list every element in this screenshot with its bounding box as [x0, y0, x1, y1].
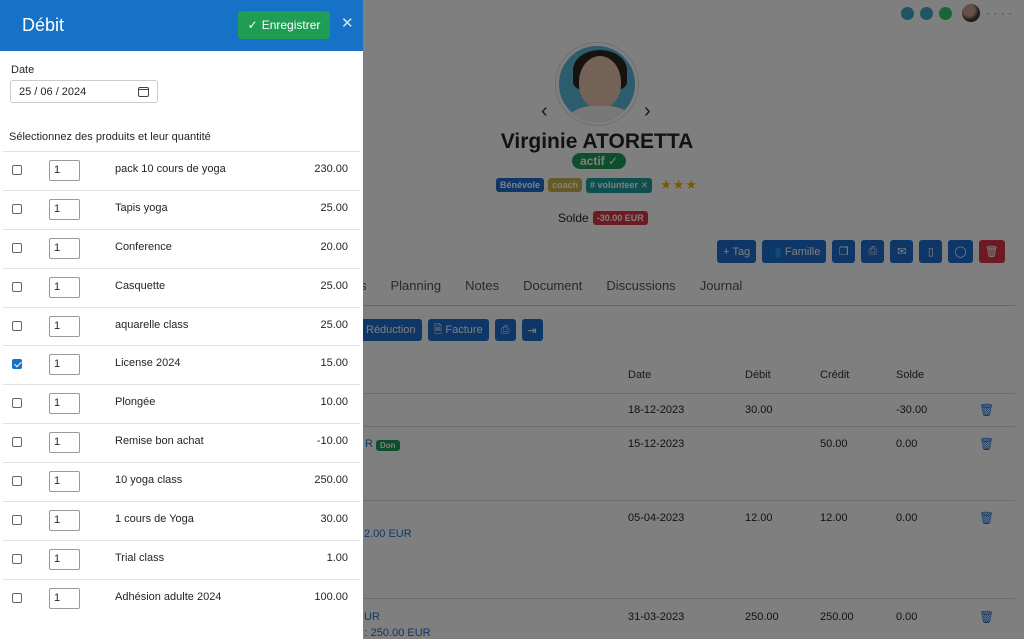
product-checkbox[interactable] — [12, 281, 22, 292]
product-price: 100.00 — [314, 590, 348, 603]
quantity-input[interactable]: 1 — [49, 471, 80, 493]
drawer-header: Débit ✓ Enregistrer ✕ — [0, 0, 363, 51]
product-row: 1 License 2024 15.00 — [3, 345, 360, 384]
quantity-input[interactable]: 1 — [49, 548, 80, 570]
product-checkbox[interactable] — [12, 320, 22, 331]
product-price: 10.00 — [320, 396, 348, 409]
quantity-input[interactable]: 1 — [49, 276, 80, 298]
product-name: Plongée — [115, 396, 156, 409]
calendar-icon[interactable] — [138, 86, 149, 97]
product-row: 1 Plongée 10.00 — [3, 384, 360, 423]
product-price: 1.00 — [326, 551, 348, 564]
product-row: 1 Conference 20.00 — [3, 228, 360, 268]
product-checkbox[interactable] — [12, 165, 22, 175]
product-checkbox[interactable] — [12, 592, 22, 603]
product-name: pack 10 cours de yoga — [115, 163, 226, 175]
product-price: 30.00 — [320, 513, 348, 526]
product-name: aquarelle class — [115, 318, 189, 331]
save-button[interactable]: ✓ Enregistrer — [238, 11, 330, 39]
product-row: 1 Adhésion adulte 2024 100.00 — [3, 578, 360, 618]
quantity-input[interactable]: 1 — [49, 160, 80, 181]
quantity-input[interactable]: 1 — [49, 198, 80, 220]
quantity-input[interactable]: 1 — [49, 393, 80, 415]
quantity-input[interactable]: 1 — [49, 354, 80, 376]
product-row: 1 1 cours de Yoga 30.00 — [3, 501, 360, 540]
product-checkbox[interactable] — [12, 242, 22, 253]
product-row: 1 Casquette 25.00 — [3, 267, 360, 307]
product-row: 1 Remise bon achat -10.00 — [3, 423, 360, 462]
product-price: 25.00 — [320, 279, 348, 292]
save-button-label: Enregistrer — [261, 18, 321, 32]
product-checkbox[interactable] — [12, 476, 22, 487]
products-label: Sélectionnez des produits et leur quanti… — [9, 131, 211, 143]
product-checkbox[interactable] — [12, 203, 22, 214]
product-name: Casquette — [115, 279, 166, 292]
product-checkbox[interactable] — [12, 553, 22, 564]
product-price: 230.00 — [314, 163, 348, 175]
date-label: Date — [11, 64, 35, 76]
close-icon[interactable]: ✕ — [341, 14, 354, 32]
quantity-input[interactable]: 1 — [49, 237, 80, 259]
product-price: -10.00 — [316, 435, 348, 448]
product-row: 1 aquarelle class 25.00 — [3, 306, 360, 346]
product-checkbox[interactable] — [12, 359, 22, 370]
product-price: 15.00 — [320, 357, 348, 370]
date-field[interactable]: 25 / 06 / 2024 — [10, 80, 158, 103]
product-checkbox[interactable] — [12, 437, 22, 448]
quantity-input[interactable]: 1 — [49, 587, 80, 609]
product-price: 20.00 — [320, 240, 348, 253]
quantity-input[interactable]: 1 — [49, 510, 80, 532]
product-price: 25.00 — [320, 318, 348, 331]
product-name: 10 yoga class — [115, 474, 183, 487]
product-name: Tapis yoga — [115, 201, 168, 214]
product-row: 1 Tapis yoga 25.00 — [3, 189, 360, 229]
product-list: 1 pack 10 cours de yoga 230.00 1 Tapis yoga 2… — [0, 151, 363, 618]
product-name: Trial class — [115, 551, 165, 564]
product-name: License 2024 — [115, 357, 181, 370]
product-checkbox[interactable] — [12, 515, 22, 526]
product-name: Conference — [115, 240, 172, 253]
quantity-input[interactable]: 1 — [49, 315, 80, 337]
product-row: 1 pack 10 cours de yoga 230.00 — [3, 151, 360, 190]
date-value: 25 / 06 / 2024 — [19, 85, 87, 98]
product-name: Adhésion adulte 2024 — [115, 590, 222, 603]
product-checkbox[interactable] — [12, 398, 22, 409]
drawer-title: Débit — [22, 15, 65, 35]
product-price: 25.00 — [320, 201, 348, 214]
product-name: Remise bon achat — [115, 435, 204, 448]
quantity-input[interactable]: 1 — [49, 432, 80, 454]
product-row: 1 10 yoga class 250.00 — [3, 462, 360, 501]
check-icon: ✓ — [247, 18, 258, 32]
product-row: 1 Trial class 1.00 — [3, 539, 360, 579]
product-name: 1 cours de Yoga — [115, 513, 194, 526]
product-price: 250.00 — [314, 474, 348, 487]
debit-drawer: Débit ✓ Enregistrer ✕ Date 25 / 06 / 202… — [0, 0, 363, 639]
